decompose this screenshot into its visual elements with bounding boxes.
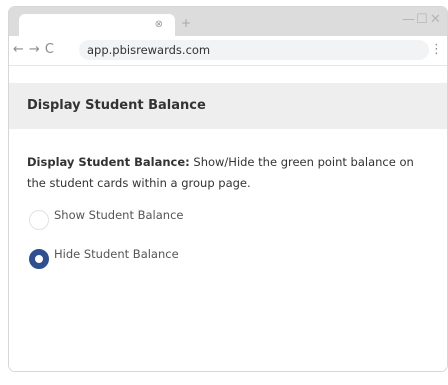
show-balance-label[interactable]: Show Student Balance — [54, 207, 183, 223]
back-icon[interactable]: ← — [13, 41, 24, 59]
window-controls: — ☐ ✕ — [402, 12, 441, 28]
tab-close-icon[interactable]: ⊗ — [155, 17, 163, 33]
section-header: Display Student Balance — [9, 83, 447, 129]
address-bar: ← → C app.pbisrewards.com ⋮ — [9, 36, 447, 66]
close-icon[interactable]: ✕ — [430, 12, 441, 28]
forward-icon[interactable]: → — [29, 41, 40, 59]
setting-label: Display Student Balance: — [27, 155, 190, 169]
url-input[interactable]: app.pbisrewards.com — [79, 40, 429, 60]
browser-window: ⊗ + — ☐ ✕ ← → C app.pbisrewards.com ⋮ Di… — [8, 6, 448, 372]
page-title: Display Student Balance — [27, 98, 206, 113]
browser-tab[interactable]: ⊗ — [19, 14, 175, 36]
new-tab-icon[interactable]: + — [181, 16, 191, 30]
option-show-balance[interactable]: Show Student Balance — [29, 207, 183, 230]
hide-balance-radio[interactable] — [29, 249, 49, 269]
maximize-icon[interactable]: ☐ — [416, 12, 428, 28]
tab-bar: ⊗ + — ☐ ✕ — [9, 7, 447, 36]
minimize-icon[interactable]: — — [402, 12, 415, 28]
option-hide-balance[interactable]: Hide Student Balance — [29, 246, 179, 269]
page-content: Display Student Balance Display Student … — [9, 66, 447, 371]
setting-description: Display Student Balance: Show/Hide the g… — [27, 152, 432, 194]
reload-icon[interactable]: C — [45, 41, 54, 59]
hide-balance-label[interactable]: Hide Student Balance — [54, 246, 179, 262]
nav-buttons: ← → C — [13, 41, 54, 59]
show-balance-radio[interactable] — [29, 210, 49, 230]
menu-dots-icon[interactable]: ⋮ — [430, 41, 443, 59]
